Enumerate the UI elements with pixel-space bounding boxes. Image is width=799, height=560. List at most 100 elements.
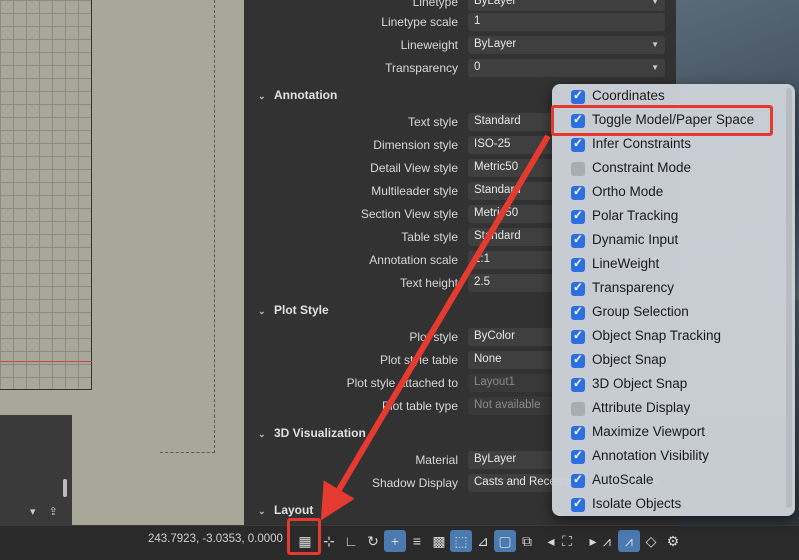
section-header[interactable]: ⌄ Layout (258, 503, 313, 517)
sheet-border-lower (214, 415, 215, 453)
annotation-icon[interactable]: ⊿ (472, 530, 494, 552)
prop-label: Shadow Display (371, 476, 458, 490)
menu-item-polar-tracking[interactable]: Polar Tracking (552, 205, 795, 229)
status-bar: 243.7923, -3.0353, 0.0000 ▦ ⊹ ∟ ↻ + ≡ ▩ … (0, 525, 799, 560)
chevron-down-icon[interactable]: ▼ (651, 63, 659, 72)
polar-tracking-icon[interactable]: ↻ (362, 530, 384, 552)
sheet-border-bottom (160, 452, 215, 453)
menu-item-transparency[interactable]: Transparency (552, 277, 795, 301)
prop-label: Multileader style (371, 184, 458, 198)
prop-label: Dimension style (373, 138, 458, 152)
checkbox[interactable] (571, 448, 585, 464)
sheet-border (214, 0, 215, 415)
workspace-icon[interactable]: ◇ (640, 530, 662, 552)
chevron-down-icon[interactable]: ▼ (651, 0, 659, 6)
ortho-icon[interactable]: ∟ (340, 530, 362, 552)
prop-label: Plot style attached to (346, 376, 458, 390)
menu-item-isolate-objects[interactable]: Isolate Objects (552, 493, 795, 516)
checkbox[interactable] (571, 232, 585, 248)
menu-item-object-snap[interactable]: Object Snap (552, 349, 795, 373)
coordinates-readout[interactable]: 243.7923, -3.0353, 0.0000 (148, 533, 283, 545)
section-title: Layout (274, 503, 314, 517)
checkbox[interactable] (571, 496, 585, 512)
prop-value-linetype-scale[interactable]: 1 (468, 13, 665, 31)
chevron-down-icon[interactable]: ⌄ (258, 429, 274, 440)
selection-cycling-icon[interactable]: ⬚ (450, 530, 472, 552)
prop-label: Text height (399, 276, 458, 290)
prop-label: Lineweight (400, 38, 458, 52)
prop-label: Plot table type (381, 399, 458, 413)
checkbox[interactable] (571, 424, 585, 440)
prop-value-lineweight[interactable]: ByLayer ▼ (468, 36, 665, 54)
menu-item-label: Annotation Visibility (592, 448, 709, 463)
infer-constraints-icon[interactable]: ⊹ (318, 530, 340, 552)
chevron-down-icon[interactable]: ⌄ (258, 306, 274, 317)
menu-item-infer-constraints[interactable]: Infer Constraints (552, 133, 795, 157)
checkbox[interactable] (571, 472, 585, 488)
section-header[interactable]: ⌄ 3D Visualization (258, 426, 366, 440)
transparency-icon[interactable]: ▩ (428, 530, 450, 552)
object-snap-icon[interactable]: ▢ (494, 530, 516, 552)
prop-value-text: ByLayer (474, 453, 517, 465)
section-title: Annotation (274, 88, 338, 102)
annotation-scale-icon[interactable]: ⩘ (596, 530, 618, 552)
red-axis-line (0, 361, 92, 362)
prop-value-text: Layout1 (474, 376, 515, 388)
drawing-canvas-lower[interactable] (72, 415, 244, 525)
menu-item-object-snap-tracking[interactable]: Object Snap Tracking (552, 325, 795, 349)
menu-item-dynamic-input[interactable]: Dynamic Input (552, 229, 795, 253)
prop-label: Plot style table (379, 353, 458, 367)
menu-item-label: 3D Object Snap (592, 376, 688, 391)
checkbox[interactable] (571, 328, 585, 344)
chevron-down-icon[interactable]: ⌄ (258, 506, 274, 517)
checkbox[interactable] (571, 256, 585, 272)
checkbox[interactable] (571, 162, 585, 176)
drawing-canvas[interactable] (0, 0, 244, 415)
chevron-down-icon[interactable]: ⌄ (258, 91, 274, 102)
section-header[interactable]: ⌄ Plot Style (258, 303, 329, 317)
checkbox[interactable] (571, 280, 585, 296)
prop-label: Linetype scale (381, 15, 458, 29)
prop-label: Text style (407, 115, 458, 129)
prop-value-text: Standard (474, 230, 521, 242)
menu-item-label: Polar Tracking (592, 208, 679, 223)
checkbox[interactable] (571, 402, 585, 416)
section-header[interactable]: ⌄ Annotation (258, 88, 337, 102)
prop-value-linetype[interactable]: ByLayer ▼ (468, 0, 665, 11)
menu-item-maximize-viewport[interactable]: Maximize Viewport (552, 421, 795, 445)
command-scrollbar[interactable] (63, 479, 67, 497)
share-icon[interactable]: ⇪ (49, 506, 58, 518)
dynamic-input-icon[interactable]: + (384, 530, 406, 552)
prop-value-transparency[interactable]: 0 ▼ (468, 59, 665, 77)
status-bar-customize-menu: CoordinatesToggle Model/Paper SpaceInfer… (552, 84, 795, 516)
checkbox[interactable] (571, 352, 585, 368)
prop-row-linetype-scale: Linetype scale 1 (244, 12, 676, 32)
isolate-icon[interactable]: ⛶ (556, 530, 578, 552)
checkbox[interactable] (571, 376, 585, 392)
checkbox[interactable] (571, 208, 585, 224)
menu-item-label: Isolate Objects (592, 496, 682, 511)
checkbox[interactable] (571, 184, 585, 200)
menu-item-autoscale[interactable]: AutoScale (552, 469, 795, 493)
dropdown-arrow-icon[interactable]: ▾ (30, 506, 36, 518)
prop-label: Table style (401, 230, 458, 244)
annotation-visibility-icon[interactable]: ⩘ (618, 530, 640, 552)
prop-value-text: Metric50 (474, 207, 519, 219)
menu-item-ortho-mode[interactable]: Ortho Mode (552, 181, 795, 205)
lineweight-icon[interactable]: ≡ (406, 530, 428, 552)
chevron-down-icon[interactable]: ▼ (651, 40, 659, 49)
3d-snap-icon[interactable]: ⧉ (516, 530, 538, 552)
menu-item-3d-object-snap[interactable]: 3D Object Snap (552, 373, 795, 397)
menu-item-label: Object Snap Tracking (592, 328, 722, 343)
menu-item-attribute-display[interactable]: Attribute Display (552, 397, 795, 421)
menu-item-constraint-mode[interactable]: Constraint Mode (552, 157, 795, 181)
prop-label: Linetype (412, 0, 458, 9)
checkbox[interactable] (571, 304, 585, 320)
menu-item-group-selection[interactable]: Group Selection (552, 301, 795, 325)
menu-item-annotation-visibility[interactable]: Annotation Visibility (552, 445, 795, 469)
checkbox[interactable] (571, 136, 585, 152)
checkbox[interactable] (571, 88, 585, 104)
menu-item-lineweight[interactable]: LineWeight (552, 253, 795, 277)
gear-icon[interactable]: ⚙ (662, 530, 684, 552)
menu-item-label: Object Snap (592, 352, 667, 367)
